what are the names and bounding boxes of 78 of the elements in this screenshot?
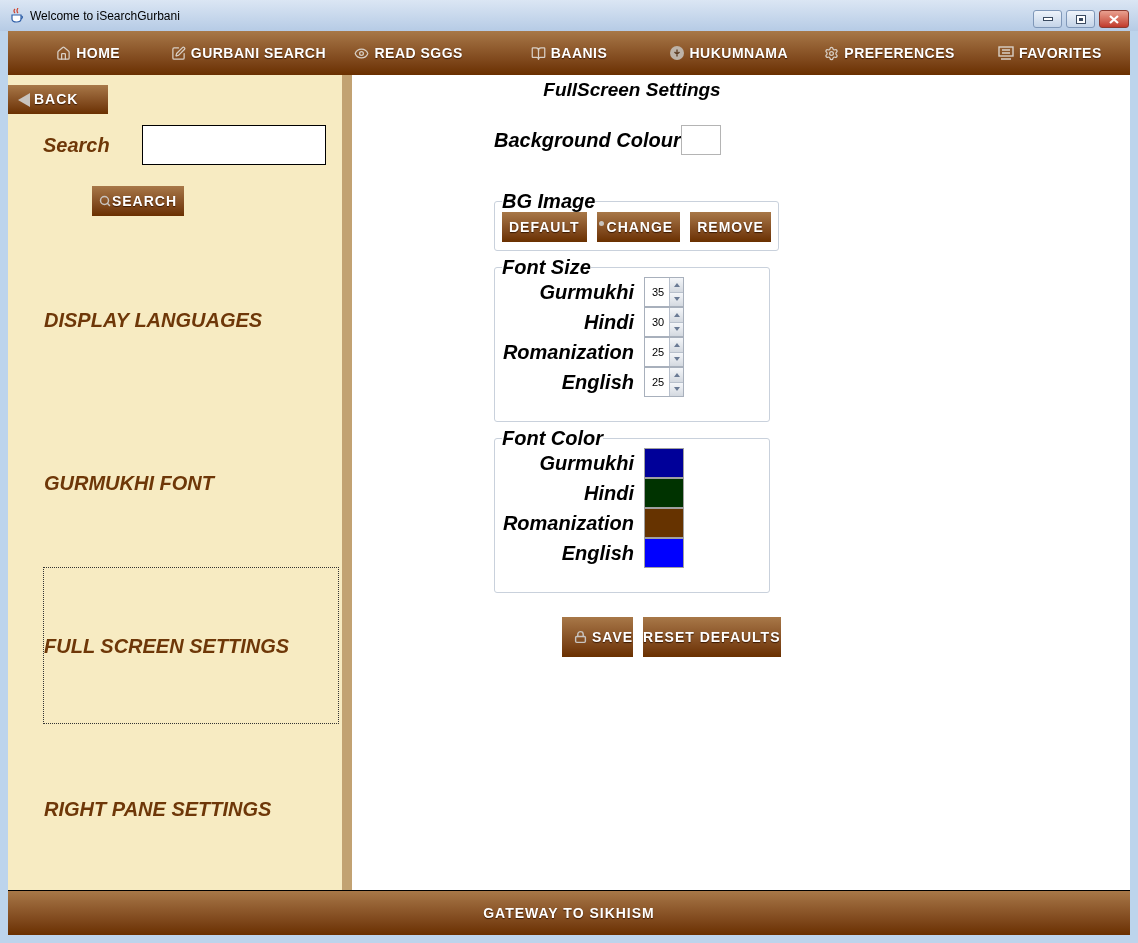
font-size-label: Romanization [501, 340, 634, 365]
left-triangle-icon [18, 92, 30, 107]
caret-up-icon [673, 372, 680, 377]
search-field[interactable] [142, 125, 326, 165]
colour-swatch[interactable] [680, 125, 721, 155]
spin-up-button[interactable] [669, 308, 683, 323]
save-button[interactable]: SAVE [562, 617, 634, 657]
spin-up-button[interactable] [669, 278, 683, 293]
nav-button[interactable]: GURBANI SEARCH [168, 31, 329, 75]
image-button[interactable]: REMOVE [690, 212, 771, 242]
font-size-label: Gurmukhi [538, 280, 634, 305]
image-button[interactable]: DEFAULT [502, 212, 587, 242]
spin-up-button[interactable] [669, 338, 683, 353]
image-button[interactable]: CHANGE [596, 212, 681, 242]
close-icon [1109, 14, 1119, 24]
number-spinner[interactable]: 25 [644, 337, 684, 367]
caret-down-icon [673, 357, 680, 362]
dot-icon [598, 220, 604, 226]
number-field[interactable]: 25 [645, 368, 669, 396]
font-color-label: English [560, 541, 634, 566]
nav-button[interactable]: HOME [8, 31, 169, 75]
sidebar-item[interactable]: RIGHT PANE SETTINGS [43, 730, 339, 887]
caret-down-icon [673, 327, 680, 332]
window-title: Welcome to iSearchGurbani [30, 7, 180, 25]
group-legend: Font Size [502, 258, 591, 277]
eye-icon [354, 45, 370, 61]
caret-up-icon [673, 342, 680, 347]
color-swatch-icon[interactable] [644, 478, 684, 508]
color-swatch-icon[interactable] [644, 538, 684, 568]
edit-icon [170, 45, 186, 61]
number-spinner[interactable]: 35 [644, 277, 684, 307]
background-colour-label: Background Colour [494, 128, 681, 153]
group-legend: BG Image [502, 192, 596, 211]
nav-button[interactable]: READ SGGS [328, 31, 489, 75]
nav-button[interactable]: HUKUMNAMA [649, 31, 810, 75]
color-swatch-icon[interactable] [644, 508, 684, 538]
settings-icon [824, 45, 840, 61]
sidebar-item[interactable]: GURMUKHI FONT [43, 404, 339, 561]
sidebar-item[interactable]: DISPLAY LANGUAGES [43, 241, 339, 398]
footer-text: GATEWAY TO SIKHISM [483, 903, 655, 923]
font-color-label: Gurmukhi [538, 451, 634, 476]
caret-up-icon [673, 282, 680, 287]
search-label: Search [43, 133, 111, 158]
panel-title: FullScreen Settings [542, 77, 722, 102]
nav-button[interactable]: FAVORITES [969, 31, 1130, 75]
nav-button[interactable]: BAANIS [488, 31, 650, 75]
nav-button[interactable]: PREFERENCES [809, 31, 970, 75]
font-size-label: English [560, 370, 634, 395]
search-icon [98, 195, 111, 207]
sidebar-item[interactable]: FULL SCREEN SETTINGS [43, 567, 339, 724]
restore-icon [1075, 14, 1086, 24]
number-field[interactable]: 30 [645, 308, 669, 336]
font-color-label: Romanization [501, 511, 634, 536]
number-spinner[interactable]: 25 [644, 367, 684, 397]
caret-up-icon [673, 312, 680, 317]
search-button[interactable]: SEARCH [92, 186, 184, 216]
font-color-label: Hindi [583, 481, 634, 506]
minimize-icon [1042, 17, 1053, 21]
maximize-button[interactable] [1066, 10, 1095, 28]
lock-icon [574, 630, 587, 644]
font-size-label: Hindi [583, 310, 634, 335]
number-field[interactable]: 25 [645, 338, 669, 366]
minimize-button[interactable] [1033, 10, 1062, 28]
disc-icon [670, 46, 685, 60]
book-icon [530, 45, 546, 61]
reset-button[interactable]: RESET DEFAULTS [643, 617, 781, 657]
color-swatch-icon[interactable] [644, 448, 684, 478]
group-legend: Font Color [502, 429, 604, 448]
home-icon [56, 45, 72, 61]
number-spinner[interactable]: 30 [644, 307, 684, 337]
spin-up-button[interactable] [669, 368, 683, 383]
back-button[interactable]: BACK [8, 85, 108, 114]
caret-down-icon [673, 387, 680, 392]
cup-icon [10, 7, 24, 24]
number-field[interactable]: 35 [645, 278, 669, 306]
caret-down-icon [673, 297, 680, 302]
close-button[interactable] [1099, 10, 1129, 28]
plaque-icon [997, 46, 1014, 60]
